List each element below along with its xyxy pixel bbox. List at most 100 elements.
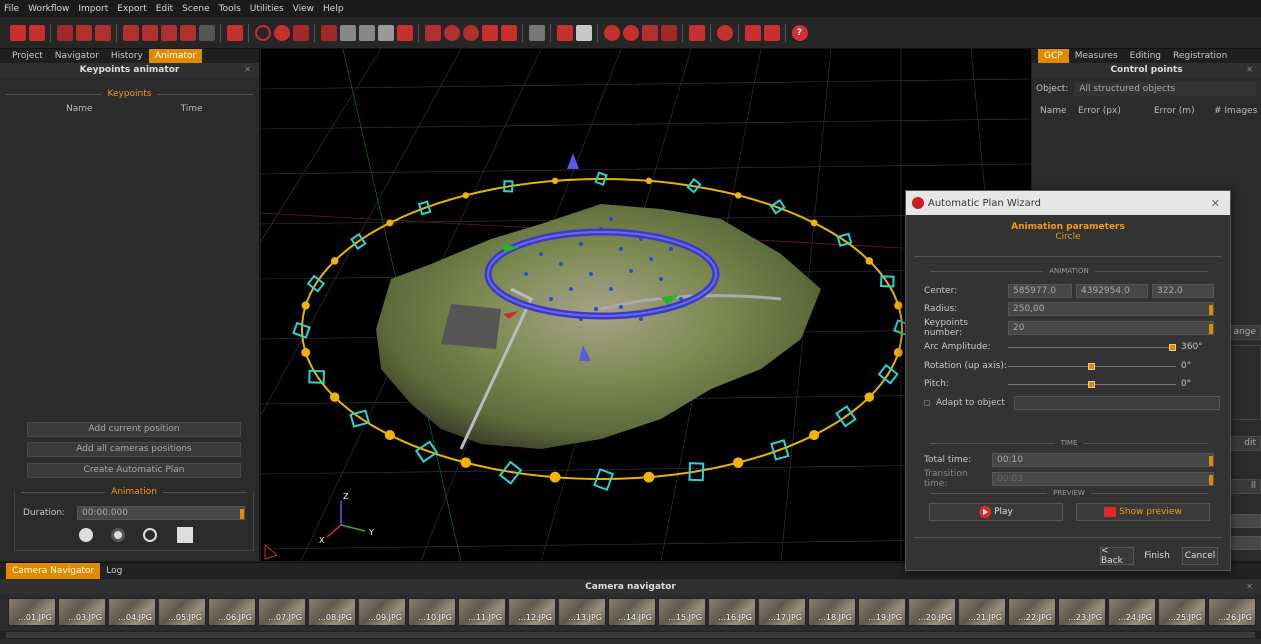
save-icon[interactable] [28, 24, 45, 41]
center-y-input[interactable]: 4392954.0 [1076, 284, 1148, 298]
camera-thumbnail[interactable]: ...22.JPG [1008, 598, 1056, 626]
keypoint-marker[interactable] [301, 348, 311, 357]
column-time[interactable]: Time [181, 104, 203, 114]
keypoint-marker[interactable] [893, 348, 903, 357]
center-z-input[interactable]: 322.0 [1152, 284, 1214, 298]
show-preview-button[interactable]: Show preview [1076, 503, 1210, 521]
menu-file[interactable]: File [4, 4, 19, 14]
camera-thumbnail[interactable]: ...01.JPG [8, 598, 56, 626]
cube-icon[interactable] [481, 24, 498, 41]
camera-thumbnail[interactable]: ...15.JPG [658, 598, 706, 626]
camera-thumbnail[interactable]: ...04.JPG [108, 598, 156, 626]
brush-icon[interactable] [396, 24, 413, 41]
camera-thumbnail[interactable]: ...25.JPG [1158, 598, 1206, 626]
camera-thumbnail[interactable]: ...17.JPG [758, 598, 806, 626]
close-icon[interactable]: ✕ [1246, 580, 1253, 594]
box-icon[interactable] [763, 24, 780, 41]
menu-utilities[interactable]: Utilities [250, 4, 284, 14]
rotation-slider[interactable] [1008, 359, 1176, 373]
camera-thumbnail[interactable]: ...26.JPG [1208, 598, 1256, 626]
keypoint-marker[interactable] [643, 471, 655, 483]
camera-thumbnail[interactable]: ...11.JPG [458, 598, 506, 626]
column-name[interactable]: Name [66, 104, 93, 114]
keypoint-marker[interactable] [386, 219, 394, 227]
viewport-corner-icon[interactable] [264, 543, 279, 560]
target-icon[interactable] [603, 24, 620, 41]
scrollbar-handle[interactable] [6, 632, 1255, 638]
arc-amplitude-slider[interactable] [1008, 340, 1176, 354]
camera-thumbnail[interactable]: ...21.JPG [958, 598, 1006, 626]
column-error-px[interactable]: Error (px) [1078, 106, 1140, 116]
all-button[interactable]: ll [1228, 479, 1261, 494]
loop-icon[interactable] [143, 528, 157, 542]
keypoints-input[interactable]: 20 [1008, 321, 1214, 335]
sphere-icon[interactable] [462, 24, 479, 41]
cube-icon[interactable] [500, 24, 517, 41]
camera-thumbnail[interactable]: ...24.JPG [1108, 598, 1156, 626]
keypoint-marker[interactable] [384, 429, 395, 441]
back-button[interactable]: < Back [1100, 546, 1134, 566]
cube-icon[interactable] [122, 24, 139, 41]
camera-thumbnail[interactable]: ...18.JPG [808, 598, 856, 626]
camera-thumbnail[interactable]: ...07.JPG [258, 598, 306, 626]
cube-icon[interactable] [141, 24, 158, 41]
close-icon[interactable]: ✕ [1211, 197, 1220, 210]
mesh-icon[interactable] [339, 24, 356, 41]
mesh-icon[interactable] [377, 24, 394, 41]
camera-thumbnail[interactable]: ...10.JPG [408, 598, 456, 626]
transition-time-input[interactable]: 00:03 [992, 472, 1214, 486]
adapt-object-input[interactable] [1014, 396, 1220, 410]
mesh-icon[interactable] [358, 24, 375, 41]
cube-icon[interactable] [75, 24, 92, 41]
edit-button[interactable]: dit [1228, 436, 1261, 451]
camera-thumbnail[interactable]: ...14.JPG [608, 598, 656, 626]
tab-camera-navigator[interactable]: Camera Navigator [6, 563, 101, 579]
menu-scene[interactable]: Scene [182, 4, 209, 14]
adapt-checkbox[interactable] [924, 400, 930, 406]
tab-gcp[interactable]: GCP [1038, 49, 1069, 63]
cancel-button[interactable]: Cancel [1182, 547, 1218, 565]
keypoint-marker[interactable] [551, 177, 559, 185]
keypoint-marker[interactable] [865, 257, 874, 265]
cube-icon[interactable] [160, 24, 177, 41]
film-icon[interactable] [177, 527, 193, 543]
center-x-input[interactable]: 585977.0 [1008, 284, 1072, 298]
ruler-icon[interactable] [660, 24, 677, 41]
keypoint-marker[interactable] [810, 219, 818, 227]
radius-input[interactable]: 250,00 [1008, 302, 1214, 316]
camera-thumbnail[interactable]: ...06.JPG [208, 598, 256, 626]
duration-input[interactable]: 00:00.000 [77, 506, 245, 520]
bar-chart-icon[interactable] [688, 24, 705, 41]
undo-icon[interactable] [556, 24, 573, 41]
close-icon[interactable]: ✕ [1246, 63, 1253, 77]
camera-thumbnail[interactable]: ...19.JPG [858, 598, 906, 626]
menu-workflow[interactable]: Workflow [28, 4, 69, 14]
compass-icon[interactable] [622, 24, 639, 41]
circle-icon[interactable] [254, 24, 271, 41]
menu-help[interactable]: Help [323, 4, 344, 14]
keypoint-marker[interactable] [462, 192, 470, 199]
camera-thumbnail[interactable]: ...09.JPG [358, 598, 406, 626]
chart-icon[interactable] [292, 24, 309, 41]
crop-icon[interactable] [641, 24, 658, 41]
arc-slider-handle[interactable] [1169, 344, 1176, 351]
sphere-icon[interactable] [443, 24, 460, 41]
keypoint-marker[interactable] [732, 457, 744, 468]
pitch-slider[interactable] [1008, 377, 1176, 391]
tab-log[interactable]: Log [100, 563, 128, 579]
camera-thumbnail[interactable]: ...05.JPG [158, 598, 206, 626]
film-icon[interactable] [56, 24, 73, 41]
menu-edit[interactable]: Edit [156, 4, 173, 14]
play-icon[interactable] [79, 528, 93, 542]
create-automatic-plan-button[interactable]: Create Automatic Plan [27, 463, 241, 478]
record-icon[interactable] [111, 528, 125, 542]
column-error-m[interactable]: Error (m) [1154, 106, 1210, 116]
cube-icon[interactable] [198, 24, 215, 41]
gear-icon[interactable] [716, 24, 733, 41]
rotation-slider-handle[interactable] [1088, 363, 1095, 370]
right-input-2[interactable] [1228, 536, 1261, 550]
redo-icon[interactable] [575, 24, 592, 41]
camera-thumbnail[interactable]: ...08.JPG [308, 598, 356, 626]
camera-icon[interactable] [226, 24, 243, 41]
tab-animator[interactable]: Animator [148, 49, 203, 63]
